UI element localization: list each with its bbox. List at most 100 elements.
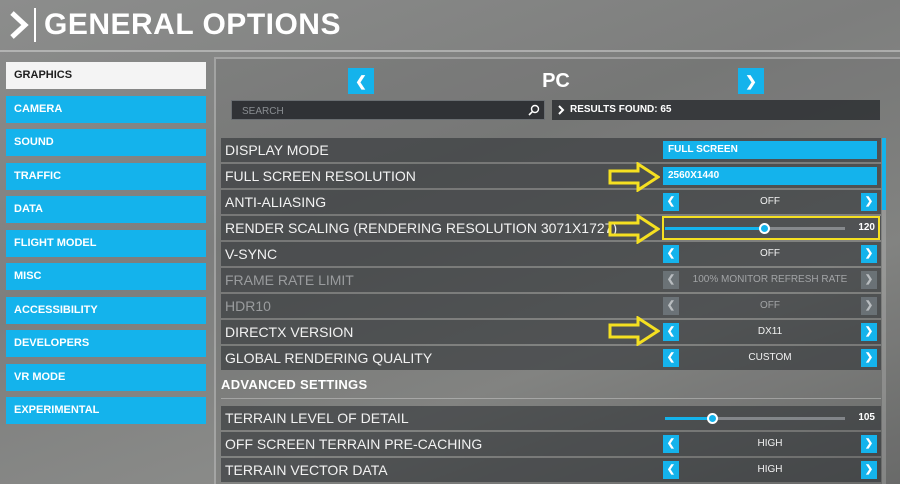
advanced-settings-heading: ADVANCED SETTINGS xyxy=(221,377,368,392)
prev-option-button[interactable]: ❮ xyxy=(663,349,679,367)
setting-label: FULL SCREEN RESOLUTION xyxy=(225,168,416,184)
rendering-quality-selector: ❮ CUSTOM ❯ xyxy=(663,349,877,367)
next-option-button[interactable]: ❯ xyxy=(861,435,877,453)
option-value: DX11 xyxy=(757,326,783,337)
setting-label: V-SYNC xyxy=(225,246,278,262)
prev-option-button[interactable]: ❮ xyxy=(663,193,679,211)
setting-row-terrain-precaching: OFF SCREEN TERRAIN PRE-CACHING ❮ HIGH ❯ xyxy=(221,432,881,456)
sidebar-item-sound[interactable]: SOUND xyxy=(6,129,206,156)
sidebar-item-misc[interactable]: MISC xyxy=(6,263,206,290)
prev-option-button[interactable]: ❮ xyxy=(663,461,679,479)
next-option-button[interactable]: ❯ xyxy=(861,461,877,479)
chevron-left-icon: ❮ xyxy=(666,438,676,449)
chevron-left-icon: ❮ xyxy=(666,248,676,259)
prev-option-button[interactable]: ❮ xyxy=(663,245,679,263)
chevron-left-icon: ❮ xyxy=(355,73,367,89)
sidebar-item-traffic[interactable]: TRAFFIC xyxy=(6,162,206,190)
header-rule xyxy=(0,50,900,52)
back-chevron-icon[interactable] xyxy=(8,10,30,40)
next-option-button: ❯ xyxy=(861,297,877,315)
setting-row-directx-version: DIRECTX VERSION ❮ DX11 ❯ xyxy=(221,320,881,344)
sidebar-item-developers[interactable]: DEVELOPERS xyxy=(6,330,206,357)
next-option-button: ❯ xyxy=(861,271,877,289)
chevron-left-icon: ❮ xyxy=(666,300,676,311)
slider-value: 105 xyxy=(858,412,875,423)
prev-option-button[interactable]: ❮ xyxy=(663,323,679,341)
chevron-left-icon: ❮ xyxy=(666,274,676,285)
chevron-left-icon: ❮ xyxy=(666,326,676,337)
highlight-box xyxy=(662,216,880,240)
option-value: OFF xyxy=(760,196,780,207)
platform-next-button[interactable]: ❯ xyxy=(738,68,764,94)
prev-option-button: ❮ xyxy=(663,271,679,289)
sidebar-item-data[interactable]: DATA xyxy=(6,196,206,223)
platform-selector: PC ❮ ❯ xyxy=(348,68,764,94)
chevron-right-icon: ❯ xyxy=(864,248,874,259)
callout-arrow-icon xyxy=(608,162,660,192)
directx-version-selector: ❮ DX11 ❯ xyxy=(663,323,877,341)
sidebar: GRAPHICS CAMERA SOUND TRAFFIC DATA FLIGH… xyxy=(6,62,206,431)
chevron-left-icon: ❮ xyxy=(666,352,676,363)
chevron-left-icon: ❮ xyxy=(666,464,676,475)
chevron-right-icon: ❯ xyxy=(864,196,874,207)
page-title: GENERAL OPTIONS xyxy=(44,8,341,41)
setting-label: DIRECTX VERSION xyxy=(225,324,354,340)
setting-row-global-rendering-quality: GLOBAL RENDERING QUALITY ❮ CUSTOM ❯ xyxy=(221,346,881,370)
search-input[interactable] xyxy=(232,102,512,121)
setting-label: GLOBAL RENDERING QUALITY xyxy=(225,350,433,366)
chevron-right-icon: ❯ xyxy=(864,326,874,337)
option-value: HIGH xyxy=(757,438,783,449)
setting-row-anti-aliasing: ANTI-ALIASING ❮ OFF ❯ xyxy=(221,190,881,214)
chevron-right-icon: ❯ xyxy=(864,352,874,363)
option-value: OFF xyxy=(760,300,780,311)
hdr10-selector: ❮ OFF ❯ xyxy=(663,297,877,315)
header: GENERAL OPTIONS xyxy=(0,0,900,52)
terrain-precaching-selector: ❮ HIGH ❯ xyxy=(663,435,877,453)
setting-row-frame-rate-limit: FRAME RATE LIMIT ❮ 100% MONITOR REFRESH … xyxy=(221,268,881,292)
next-option-button[interactable]: ❯ xyxy=(861,193,877,211)
slider-track[interactable] xyxy=(665,413,845,424)
results-text: RESULTS FOUND: 65 xyxy=(570,104,672,115)
frame-rate-limit-selector: ❮ 100% MONITOR REFRESH RATE ❯ xyxy=(663,271,877,289)
sidebar-item-flight-model[interactable]: FLIGHT MODEL xyxy=(6,229,206,257)
slider-thumb[interactable] xyxy=(706,413,718,424)
search-box xyxy=(231,100,545,121)
header-divider xyxy=(34,8,36,42)
sidebar-item-accessibility[interactable]: ACCESSIBILITY xyxy=(6,296,206,324)
next-option-button[interactable]: ❯ xyxy=(861,245,877,263)
option-value: HIGH xyxy=(757,464,783,475)
setting-label: DISPLAY MODE xyxy=(225,142,329,158)
setting-label: TERRAIN LEVEL OF DETAIL xyxy=(225,410,409,426)
section-divider xyxy=(221,398,881,399)
setting-row-terrain-vector-data: TERRAIN VECTOR DATA ❮ HIGH ❯ xyxy=(221,458,881,482)
sidebar-item-graphics[interactable]: GRAPHICS xyxy=(6,62,206,89)
setting-row-display-mode: DISPLAY MODE FULL SCREEN xyxy=(221,138,881,162)
chevron-right-icon: ❯ xyxy=(745,73,757,89)
next-option-button[interactable]: ❯ xyxy=(861,323,877,341)
callout-arrow-icon xyxy=(608,214,660,244)
sidebar-item-vr-mode[interactable]: VR MODE xyxy=(6,363,206,391)
results-count: RESULTS FOUND: 65 xyxy=(552,100,880,120)
platform-prev-button[interactable]: ❮ xyxy=(348,68,374,94)
setting-label: RENDER SCALING (RENDERING RESOLUTION 307… xyxy=(225,220,618,236)
sidebar-item-camera[interactable]: CAMERA xyxy=(6,95,206,123)
search-icon[interactable] xyxy=(528,104,540,116)
resolution-dropdown[interactable]: 2560X1440 xyxy=(663,167,877,185)
option-value: CUSTOM xyxy=(748,352,792,363)
setting-row-terrain-lod: TERRAIN LEVEL OF DETAIL 105 xyxy=(221,406,881,430)
scrollbar-thumb[interactable] xyxy=(882,138,886,210)
v-sync-selector: ❮ OFF ❯ xyxy=(663,245,877,263)
setting-label: FRAME RATE LIMIT xyxy=(225,272,354,288)
prev-option-button[interactable]: ❮ xyxy=(663,435,679,453)
prev-option-button: ❮ xyxy=(663,297,679,315)
terrain-lod-slider[interactable]: 105 xyxy=(663,409,877,427)
setting-control: FULL SCREEN xyxy=(663,141,877,159)
setting-label: TERRAIN VECTOR DATA xyxy=(225,462,388,478)
display-mode-dropdown[interactable]: FULL SCREEN xyxy=(663,141,877,159)
sidebar-item-experimental[interactable]: EXPERIMENTAL xyxy=(6,397,206,424)
anti-aliasing-selector: ❮ OFF ❯ xyxy=(663,193,877,211)
chevron-right-icon: ❯ xyxy=(864,300,874,311)
setting-label: HDR10 xyxy=(225,298,271,314)
next-option-button[interactable]: ❯ xyxy=(861,349,877,367)
setting-row-hdr10: HDR10 ❮ OFF ❯ xyxy=(221,294,881,318)
